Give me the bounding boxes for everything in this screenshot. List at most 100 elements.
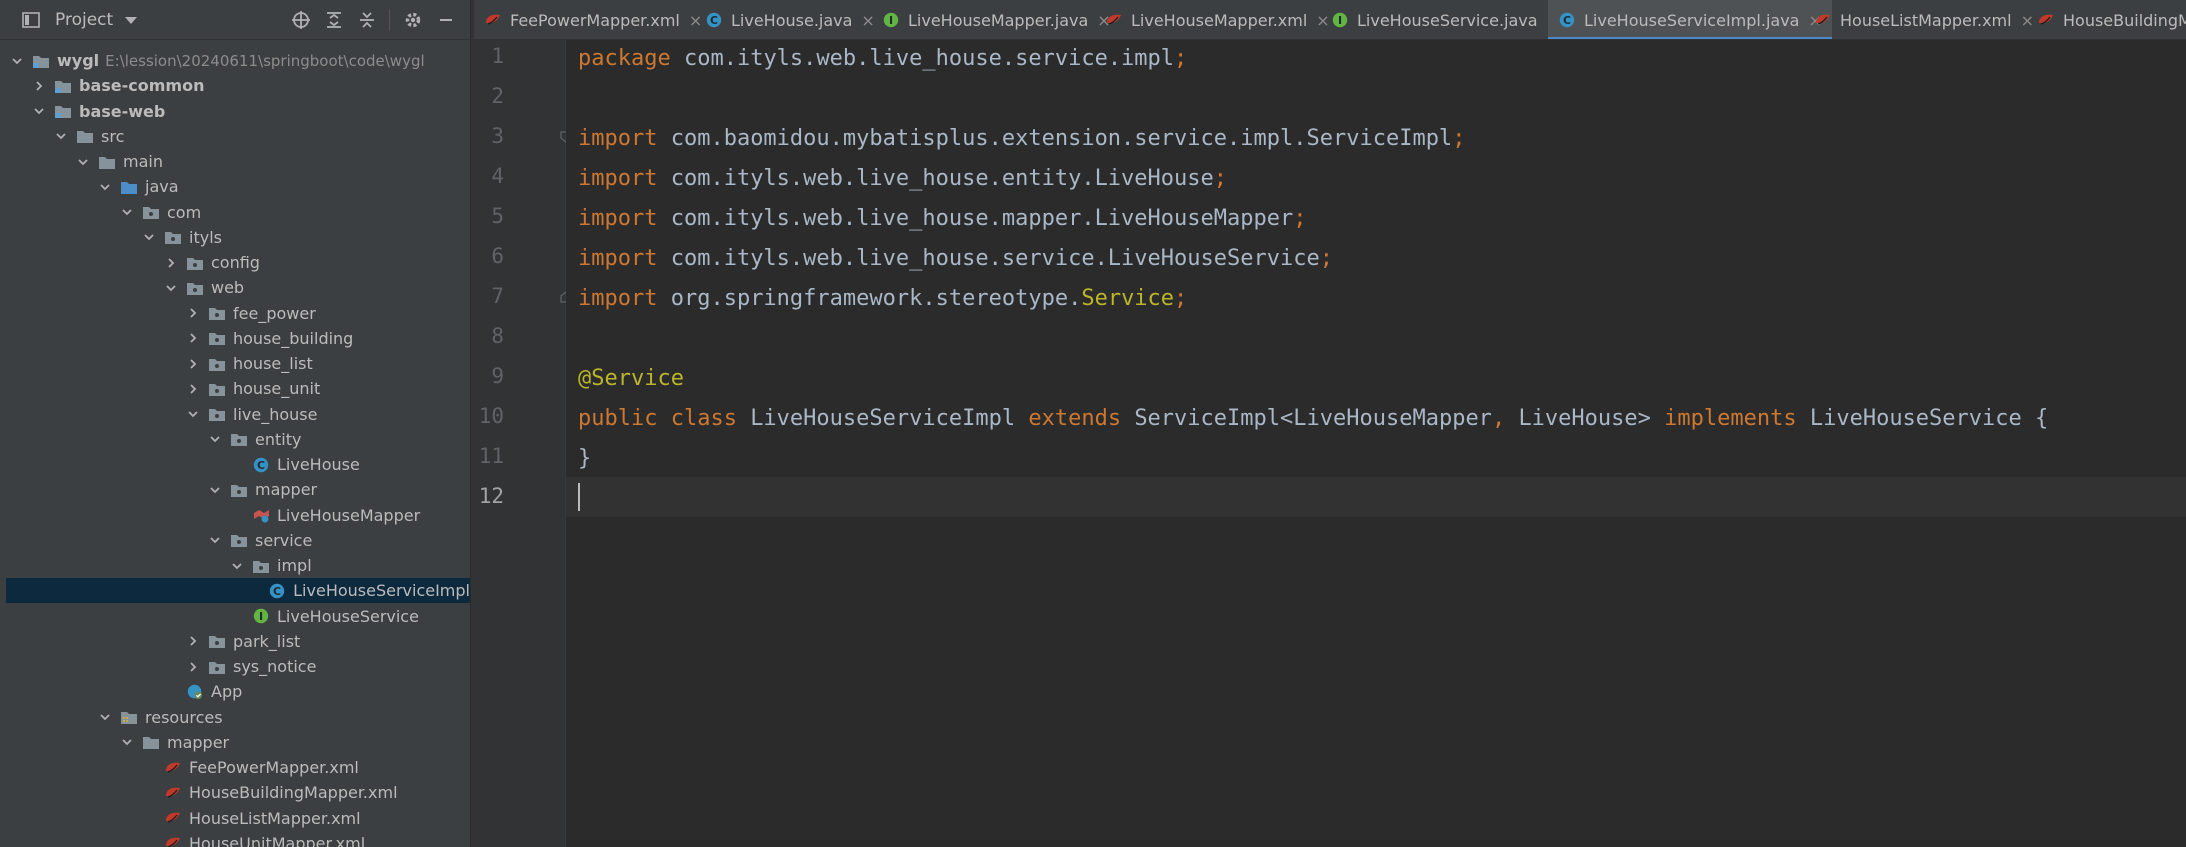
tree-item[interactable]: main [0, 149, 470, 174]
tree-toggle[interactable] [98, 710, 112, 724]
code-token: implements [1664, 406, 1810, 431]
tree-item-label: config [211, 253, 260, 272]
editor-tab-label: HouseListMapper.xml [1840, 10, 2012, 30]
tree-toggle[interactable] [186, 634, 200, 648]
tree-item[interactable]: I LiveHouseService [0, 604, 470, 629]
tree-item[interactable]: config [0, 250, 470, 275]
package-icon [209, 661, 225, 674]
tree-toggle[interactable] [32, 104, 46, 118]
chevron-down-icon[interactable] [125, 16, 138, 24]
tree-toggle[interactable] [208, 483, 222, 497]
tree-toggle[interactable] [186, 407, 200, 421]
tree-toggle[interactable] [230, 559, 244, 573]
tree-item[interactable]: base-web [0, 99, 470, 124]
mybatis-xml-icon [166, 812, 180, 823]
tree-toggle[interactable] [142, 230, 156, 244]
tree-toggle[interactable] [54, 129, 68, 143]
tree-item[interactable]: live_house [0, 402, 470, 427]
code-line: import com.ityls.web.live_house.mapper.L… [578, 199, 1307, 239]
editor-tab[interactable]: ILiveHouseService.java× [1321, 0, 1570, 39]
spring-boot-app-icon [187, 684, 203, 699]
tree-item[interactable]: web [0, 275, 470, 300]
tree-toggle[interactable] [186, 660, 200, 674]
editor-tab[interactable]: FeePowerMapper.xml × [474, 0, 712, 39]
tree-item[interactable]: fee_power [0, 301, 470, 326]
package-icon [187, 282, 203, 295]
editor-tab[interactable]: HouseBuildingMapper.xml [2027, 0, 2186, 39]
expand-all-button[interactable] [317, 0, 350, 40]
tree-toggle[interactable] [186, 357, 200, 371]
chevron-down-icon [188, 411, 198, 418]
code-token: public class [578, 406, 751, 431]
svg-text:C: C [710, 14, 718, 27]
editor-tab[interactable]: C LiveHouseServiceImpl.java × [1548, 0, 1832, 39]
chevron-down-icon [100, 184, 110, 191]
tree-toggle[interactable] [120, 735, 134, 749]
options-button[interactable] [396, 0, 429, 40]
tree-item[interactable]: HouseListMapper.xml [0, 806, 470, 831]
tree-item[interactable]: C LiveHouse [0, 452, 470, 477]
tree-item[interactable]: sys_notice [0, 654, 470, 679]
collapse-all-button[interactable] [350, 0, 383, 40]
package-icon [209, 383, 225, 396]
tree-item[interactable]: HouseBuildingMapper.xml [0, 780, 470, 805]
tree-toggle[interactable] [208, 533, 222, 547]
tree-item[interactable]: ityls [0, 225, 470, 250]
tree-item-label: live_house [233, 404, 318, 424]
module-folder-icon [33, 55, 49, 68]
tree-item[interactable]: park_list [0, 629, 470, 654]
tree-item[interactable]: FeePowerMapper.xml [0, 755, 470, 780]
editor-tab[interactable]: LiveHouseMapper.xml × [1095, 0, 1340, 39]
tree-item[interactable]: C LiveHouseServiceImpl [6, 578, 470, 604]
tree-item[interactable]: src [0, 124, 470, 149]
tree-item[interactable]: entity [0, 427, 470, 452]
tree-item[interactable]: service [0, 528, 470, 553]
project-view-selector[interactable]: Project [22, 0, 138, 40]
tree-toggle[interactable] [164, 256, 178, 270]
tree-toggle[interactable] [186, 382, 200, 396]
java-interface-icon: I [883, 12, 899, 28]
tree-toggle[interactable] [10, 54, 24, 68]
tree-toggle[interactable] [186, 331, 200, 345]
tree-item[interactable]: house_list [0, 351, 470, 376]
tree-toggle[interactable] [98, 180, 112, 194]
tree-toggle[interactable] [120, 205, 134, 219]
minimize-icon [439, 19, 452, 21]
tree-item[interactable]: HouseUnitMapper.xml [0, 831, 470, 847]
tree-item[interactable]: com [0, 200, 470, 225]
editor-tab[interactable]: HouseListMapper.xml × [1804, 0, 2044, 39]
tree-item[interactable]: wygl E:\lession\20240611\springboot\code\… [0, 48, 470, 73]
tree-item[interactable]: java [0, 174, 470, 199]
code-editor[interactable]: package com.ityls.web.live_house.service… [566, 40, 2186, 847]
svg-text:C: C [273, 585, 281, 598]
select-opened-file-button[interactable] [284, 0, 317, 40]
package-icon [231, 484, 247, 497]
tree-item[interactable]: LiveHouseMapper [0, 503, 470, 528]
tree-toggle[interactable] [208, 432, 222, 446]
mybatis-xml-icon [1107, 14, 1121, 25]
code-token: ; [1174, 286, 1188, 311]
tree-item[interactable]: house_unit [0, 376, 470, 401]
tree-item[interactable]: App [0, 679, 470, 704]
editor-tab[interactable]: C LiveHouse.java × [695, 0, 885, 39]
hide-panel-button[interactable] [429, 0, 462, 40]
line-number: 10 [478, 404, 504, 428]
tree-item[interactable]: base-common [0, 73, 470, 98]
tree-item[interactable]: mapper [0, 477, 470, 502]
tree-toggle[interactable] [186, 306, 200, 320]
tree-item[interactable]: mapper [0, 730, 470, 755]
tree-item[interactable]: house_building [0, 326, 470, 351]
tree-toggle[interactable] [76, 155, 90, 169]
tree-item-label: web [211, 278, 245, 298]
package-icon [187, 257, 203, 270]
tree-toggle[interactable] [32, 79, 46, 93]
code-token: import [578, 206, 671, 231]
chevron-right-icon [190, 308, 197, 318]
tree-item-label: fee_power [233, 303, 316, 323]
tree-toggle[interactable] [164, 281, 178, 295]
collapse-all-icon [359, 12, 374, 28]
editor-tab[interactable]: I LiveHouseMapper.java × [872, 0, 1121, 39]
tree-item[interactable]: impl [0, 553, 470, 578]
tree-item[interactable]: resources [0, 705, 470, 730]
tree-item-label: sys_notice [233, 657, 317, 676]
